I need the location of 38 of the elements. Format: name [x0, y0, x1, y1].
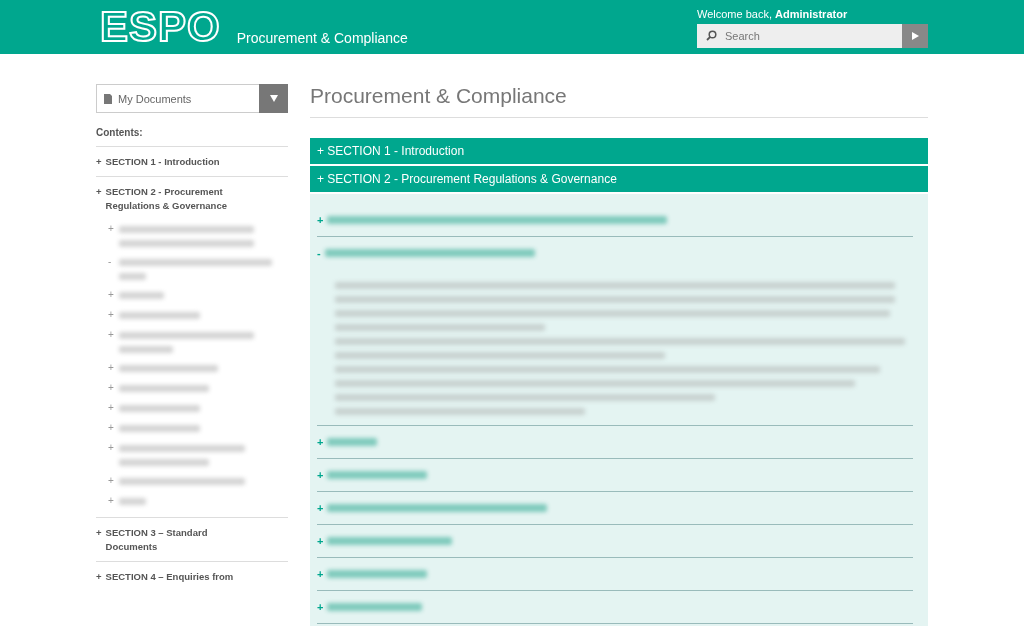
subsection-link[interactable]: + — [317, 591, 913, 623]
documents-dropdown[interactable]: My Documents — [96, 84, 288, 113]
contents-subitem-link[interactable]: + — [108, 422, 288, 433]
section-header-bar[interactable]: + SECTION 1 - Introduction — [310, 138, 928, 164]
contents-subitem-link[interactable]: + — [108, 382, 288, 393]
subsection-link[interactable]: + — [317, 558, 913, 590]
contents-subitem-link[interactable]: + — [108, 289, 288, 300]
contents-section-link[interactable]: + SECTION 3 – Standard Documents — [96, 526, 288, 554]
site-subtitle: Procurement & Compliance — [236, 30, 408, 48]
contents-subitem-link[interactable]: + — [108, 223, 288, 247]
search-submit-button[interactable] — [902, 24, 928, 48]
contents-subitem-link[interactable]: + — [108, 475, 288, 486]
section-header-bar[interactable]: + SECTION 2 - Procurement Regulations & Governance — [310, 166, 928, 192]
subsection-link[interactable]: + — [317, 426, 913, 458]
play-icon — [911, 32, 919, 40]
contents-subitem-link[interactable]: - — [108, 256, 288, 280]
logo: ESPO — [100, 6, 221, 52]
page-title: Procurement & Compliance — [310, 84, 928, 118]
document-icon — [104, 93, 112, 104]
contents-section-link[interactable]: + SECTION 4 – Enquiries from — [96, 570, 288, 584]
contents-subitem-link[interactable]: + — [108, 402, 288, 413]
contents-section-link[interactable]: + SECTION 1 - Introduction — [96, 155, 288, 169]
search-field[interactable]: Search — [697, 24, 902, 48]
subsection-link[interactable]: - — [317, 237, 913, 269]
contents-subitem-link[interactable]: + — [108, 442, 288, 466]
subsection-link[interactable]: + — [317, 492, 913, 524]
welcome-text: Welcome back, Administrator — [697, 8, 849, 20]
subsection-link[interactable]: + — [317, 459, 913, 491]
subsection-link[interactable]: + — [317, 525, 913, 557]
contents-subitem-link[interactable]: + — [108, 309, 288, 320]
search-icon — [706, 30, 717, 41]
contents-subitem-link[interactable]: + — [108, 495, 288, 506]
contents-subitem-link[interactable]: + — [108, 362, 288, 373]
caret-icon — [269, 95, 278, 102]
contents-label: Contents: — [96, 127, 144, 138]
contents-subitem-link[interactable]: + — [108, 329, 288, 353]
contents-section-link[interactable]: + SECTION 2 - Procurement Regulations & Governance — [96, 185, 288, 213]
subsection-link[interactable]: + — [317, 204, 913, 236]
